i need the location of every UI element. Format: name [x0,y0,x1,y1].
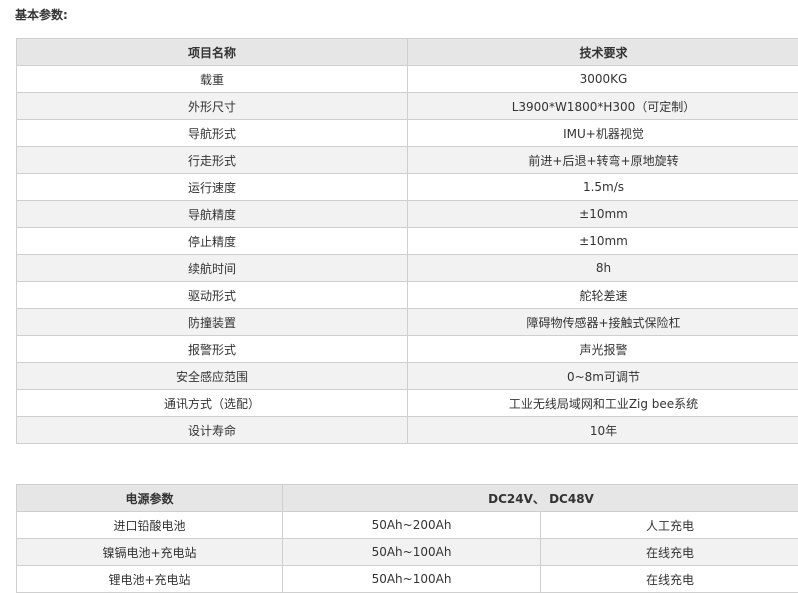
spec-item-name: 外形尺寸 [16,92,408,120]
spec-item-value: 前进+后退+转弯+原地旋转 [407,146,798,174]
table-row: 防撞装置 障碍物传感器+接触式保险杠 [16,308,798,336]
table-row: 驱动形式 舵轮差速 [16,281,798,309]
spec-item-value: ±10mm [407,227,798,255]
table-row: 导航精度 ±10mm [16,200,798,228]
table-row: 导航形式 IMU+机器视觉 [16,119,798,147]
battery-type: 镍镉电池+充电站 [16,538,283,566]
spec-item-name: 驱动形式 [16,281,408,309]
table-row: 报警形式 声光报警 [16,335,798,363]
spec-item-name: 报警形式 [16,335,408,363]
table-row: 安全感应范围 0~8m可调节 [16,362,798,390]
spec-item-value: 舵轮差速 [407,281,798,309]
spec-table: 项目名称 技术要求 载重 3000KG 外形尺寸 L3900*W1800*H30… [16,38,798,444]
spec-item-value: 1.5m/s [407,173,798,201]
power-table-header-row: 电源参数 DC24V、 DC48V [16,484,798,512]
table-row: 锂电池+充电站 50Ah~100Ah 在线充电 [16,565,798,593]
power-table: 电源参数 DC24V、 DC48V 进口铅酸电池 50Ah~200Ah 人工充电… [16,484,798,593]
spec-item-name: 导航精度 [16,200,408,228]
battery-type: 进口铅酸电池 [16,511,283,539]
spec-item-value: 3000KG [407,65,798,93]
battery-capacity: 50Ah~200Ah [282,511,541,539]
spec-table-header-row: 项目名称 技术要求 [16,38,798,66]
spec-item-value: ±10mm [407,200,798,228]
charging-mode: 在线充电 [540,565,798,593]
table-row: 镍镉电池+充电站 50Ah~100Ah 在线充电 [16,538,798,566]
spec-item-name: 行走形式 [16,146,408,174]
spec-item-name: 停止精度 [16,227,408,255]
table-row: 停止精度 ±10mm [16,227,798,255]
spec-header-requirement: 技术要求 [407,38,798,66]
spec-item-value: 声光报警 [407,335,798,363]
spec-item-name: 安全感应范围 [16,362,408,390]
table-row: 运行速度 1.5m/s [16,173,798,201]
power-header-label: 电源参数 [16,484,283,512]
spec-item-name: 续航时间 [16,254,408,282]
spec-header-item: 项目名称 [16,38,408,66]
spec-item-name: 载重 [16,65,408,93]
charging-mode: 人工充电 [540,511,798,539]
spec-item-value: 10年 [407,416,798,444]
battery-capacity: 50Ah~100Ah [282,565,541,593]
table-row: 行走形式 前进+后退+转弯+原地旋转 [16,146,798,174]
spec-item-name: 运行速度 [16,173,408,201]
spec-item-value: IMU+机器视觉 [407,119,798,147]
battery-capacity: 50Ah~100Ah [282,538,541,566]
spec-item-value: L3900*W1800*H300（可定制） [407,92,798,120]
table-row: 设计寿命 10年 [16,416,798,444]
battery-type: 锂电池+充电站 [16,565,283,593]
spec-item-name: 导航形式 [16,119,408,147]
power-header-voltage: DC24V、 DC48V [282,484,798,512]
spec-item-name: 防撞装置 [16,308,408,336]
table-row: 外形尺寸 L3900*W1800*H300（可定制） [16,92,798,120]
spec-item-value: 0~8m可调节 [407,362,798,390]
spec-item-value: 8h [407,254,798,282]
table-row: 续航时间 8h [16,254,798,282]
table-row: 进口铅酸电池 50Ah~200Ah 人工充电 [16,511,798,539]
spec-item-name: 设计寿命 [16,416,408,444]
spec-item-name: 通讯方式（选配） [16,389,408,417]
charging-mode: 在线充电 [540,538,798,566]
spec-item-value: 障碍物传感器+接触式保险杠 [407,308,798,336]
section-title: 基本参数: [15,8,68,22]
spec-item-value: 工业无线局域网和工业Zig bee系统 [407,389,798,417]
table-row: 通讯方式（选配） 工业无线局域网和工业Zig bee系统 [16,389,798,417]
table-row: 载重 3000KG [16,65,798,93]
